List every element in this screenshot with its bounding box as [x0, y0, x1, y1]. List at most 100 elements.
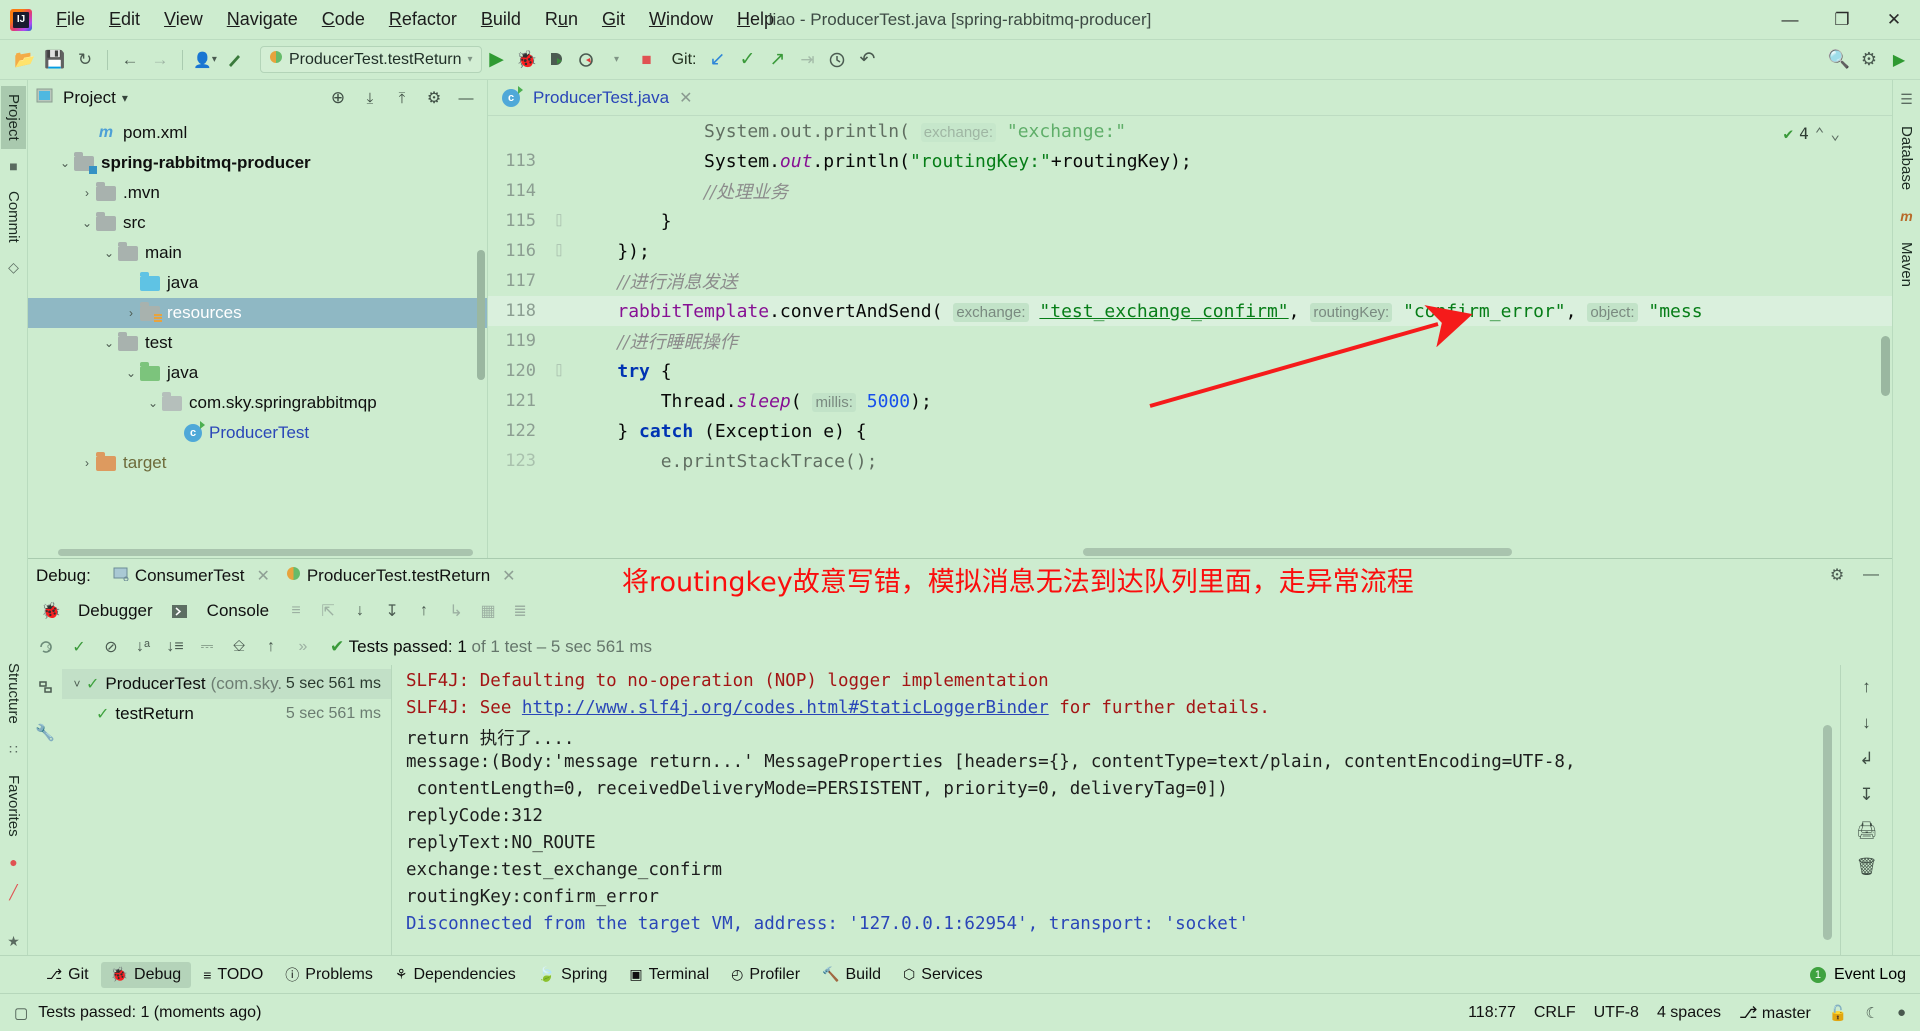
project-tree[interactable]: › m pom.xml ⌄ spring-rabbitmq-producer › .mvn ⌄…: [28, 116, 487, 558]
mute-breakpoints-icon[interactable]: ≣: [505, 597, 535, 625]
editor-tab-close-icon[interactable]: ✕: [675, 88, 692, 108]
show-passed-icon[interactable]: ✓: [64, 633, 94, 661]
maximize-button[interactable]: ❐: [1816, 0, 1868, 40]
code-line[interactable]: System.out.println( exchange: "exchange:…: [488, 116, 1892, 146]
expand-all-icon[interactable]: ⤓: [357, 85, 383, 111]
tool-window-button-todo[interactable]: ≡ TODO: [193, 962, 273, 988]
debug-session-tab-consumertest[interactable]: ConsumerTest ✕: [109, 564, 274, 588]
menu-window[interactable]: Window: [637, 5, 725, 34]
project-tree-item[interactable]: ›java: [28, 268, 487, 298]
save-all-icon[interactable]: 💾: [40, 45, 70, 75]
code-line[interactable]: 120 ⌷ try {: [488, 356, 1892, 386]
tree-expander-icon[interactable]: ⌄: [100, 246, 118, 260]
expand-tests-icon[interactable]: ⎓: [192, 633, 222, 661]
navigate-forward-icon[interactable]: →: [145, 45, 175, 75]
file-encoding[interactable]: UTF-8: [1594, 1004, 1639, 1022]
tree-expander-icon[interactable]: ⌄: [100, 336, 118, 350]
code-fold-icon[interactable]: ⌷: [548, 364, 570, 379]
code-line[interactable]: 118 rabbitTemplate.convertAndSend( excha…: [488, 296, 1892, 326]
test-tree-expander-icon[interactable]: ˅: [68, 677, 86, 691]
code-line[interactable]: 123 e.printStackTrace();: [488, 446, 1892, 476]
sidebar-tab-favorites[interactable]: Favorites: [1, 767, 26, 845]
project-strip-folder-icon[interactable]: ■: [9, 153, 17, 179]
debug-session-tab-producertest[interactable]: ProducerTest.testReturn ✕: [282, 564, 520, 588]
git-history-icon[interactable]: [822, 45, 852, 75]
git-branch-widget[interactable]: ⎇ master: [1739, 1003, 1811, 1023]
editor-vscrollbar[interactable]: [1881, 336, 1890, 396]
sidebar-tab-project[interactable]: Project: [1, 86, 26, 149]
test-results-tree[interactable]: ˅ ✓ ProducerTest (com.sky. 5 sec 561 ms …: [62, 665, 392, 955]
project-tree-vscrollbar[interactable]: [477, 250, 485, 380]
console-vscrollbar[interactable]: [1823, 725, 1832, 940]
menu-edit[interactable]: Edit: [97, 5, 152, 34]
code-viewport[interactable]: System.out.println( exchange: "exchange:…: [488, 116, 1892, 558]
menu-refactor[interactable]: Refactor: [377, 5, 469, 34]
menu-run[interactable]: Run: [533, 5, 590, 34]
tool-window-button-terminal[interactable]: ▣ Terminal: [619, 962, 719, 988]
caret-position[interactable]: 118:77: [1468, 1004, 1516, 1022]
favorites-strip-icon[interactable]: ●: [9, 849, 17, 875]
code-line[interactable]: 113 System.out.println("routingKey:"+rou…: [488, 146, 1892, 176]
sidebar-tab-maven[interactable]: Maven: [1894, 234, 1919, 295]
project-tree-item[interactable]: ⌄ com.sky.springrabbitmqp: [28, 388, 487, 418]
minimize-button[interactable]: —: [1764, 0, 1816, 40]
collapse-all-icon[interactable]: ⤒: [389, 85, 415, 111]
code-line[interactable]: 121 Thread.sleep( millis: 5000);: [488, 386, 1892, 416]
code-fold-icon[interactable]: ⌷: [548, 214, 570, 229]
sort-by-duration-icon[interactable]: ↓≡: [160, 633, 190, 661]
project-tree-item[interactable]: › resources: [28, 298, 487, 328]
soft-wrap-icon[interactable]: ≡: [281, 597, 311, 625]
debug-subtab-console[interactable]: Console: [197, 601, 279, 621]
project-tree-item[interactable]: ›mpom.xml: [28, 118, 487, 148]
tree-expander-icon[interactable]: ›: [78, 456, 96, 470]
tree-expander-icon[interactable]: ⌄: [122, 366, 140, 380]
git-rebase-icon[interactable]: ⇥: [792, 45, 822, 75]
structure-strip-icon[interactable]: ∷: [9, 736, 18, 763]
inspection-prev-icon[interactable]: ⌃: [1815, 124, 1825, 143]
test-toolbar-overflow-icon[interactable]: »: [288, 633, 318, 661]
prev-failed-icon[interactable]: ↑: [256, 633, 286, 661]
tool-window-button-problems[interactable]: ⓘ Problems: [275, 961, 383, 989]
jump-to-start-icon[interactable]: ↑: [1862, 677, 1871, 697]
tree-expander-icon[interactable]: ⌄: [56, 156, 74, 170]
debug-settings-icon[interactable]: ⚙: [1822, 561, 1852, 589]
tree-expander-icon[interactable]: ›: [122, 306, 140, 320]
project-panel-dropdown-icon[interactable]: ▾: [122, 91, 128, 105]
console-link[interactable]: http://www.slf4j.org/codes.html#StaticLo…: [522, 698, 1049, 718]
open-project-icon[interactable]: 📂: [10, 45, 40, 75]
debug-subtab-debugger[interactable]: Debugger: [68, 601, 163, 621]
profile-run-button[interactable]: [572, 45, 602, 75]
step-up-icon[interactable]: ↑: [409, 597, 439, 625]
run-button[interactable]: ▶: [482, 45, 512, 75]
scroll-to-end-icon[interactable]: ↧: [1859, 785, 1873, 805]
sidebar-tab-structure[interactable]: Structure: [1, 655, 26, 732]
run-with-coverage-button[interactable]: [542, 45, 572, 75]
project-settings-icon[interactable]: ⚙: [421, 85, 447, 111]
debug-session-close-2[interactable]: ✕: [496, 566, 515, 586]
menu-file[interactable]: File: [44, 5, 97, 34]
run-dropdown-icon[interactable]: ▾: [602, 45, 632, 75]
sidebar-tab-database[interactable]: Database: [1894, 118, 1919, 198]
rerun-failed-icon[interactable]: [30, 673, 60, 701]
sort-alphabetically-icon[interactable]: ↓ᵃ: [128, 633, 158, 661]
project-tree-item[interactable]: ›cProducerTest: [28, 418, 487, 448]
console-output[interactable]: SLF4J: Defaulting to no-operation (NOP) …: [392, 665, 1892, 955]
project-tree-hscrollbar[interactable]: [58, 549, 473, 556]
code-line[interactable]: 122 } catch (Exception e) {: [488, 416, 1892, 446]
tree-expander-icon[interactable]: ⌄: [144, 396, 162, 410]
tree-expander-icon[interactable]: ⌄: [78, 216, 96, 230]
project-tree-item[interactable]: ⌄ java: [28, 358, 487, 388]
debug-button[interactable]: 🐞: [512, 45, 542, 75]
search-everywhere-icon[interactable]: 🔍: [1824, 45, 1854, 75]
editor-hscrollbar[interactable]: [1083, 548, 1512, 556]
project-tree-item[interactable]: ⌄ spring-rabbitmq-producer: [28, 148, 487, 178]
project-tree-item[interactable]: ⌄ src: [28, 208, 487, 238]
hide-project-panel-icon[interactable]: —: [453, 85, 479, 111]
step-down-alt-icon[interactable]: ↧: [377, 597, 407, 625]
test-tree-row-testreturn[interactable]: ✓ testReturn 5 sec 561 ms: [62, 699, 391, 729]
project-tree-item[interactable]: › target: [28, 448, 487, 478]
code-line[interactable]: 117 //进行消息发送: [488, 266, 1892, 296]
run-to-cursor-icon[interactable]: ↳: [441, 597, 471, 625]
inspection-next-icon[interactable]: ⌄: [1830, 124, 1840, 143]
sync-icon[interactable]: ↻: [70, 45, 100, 75]
